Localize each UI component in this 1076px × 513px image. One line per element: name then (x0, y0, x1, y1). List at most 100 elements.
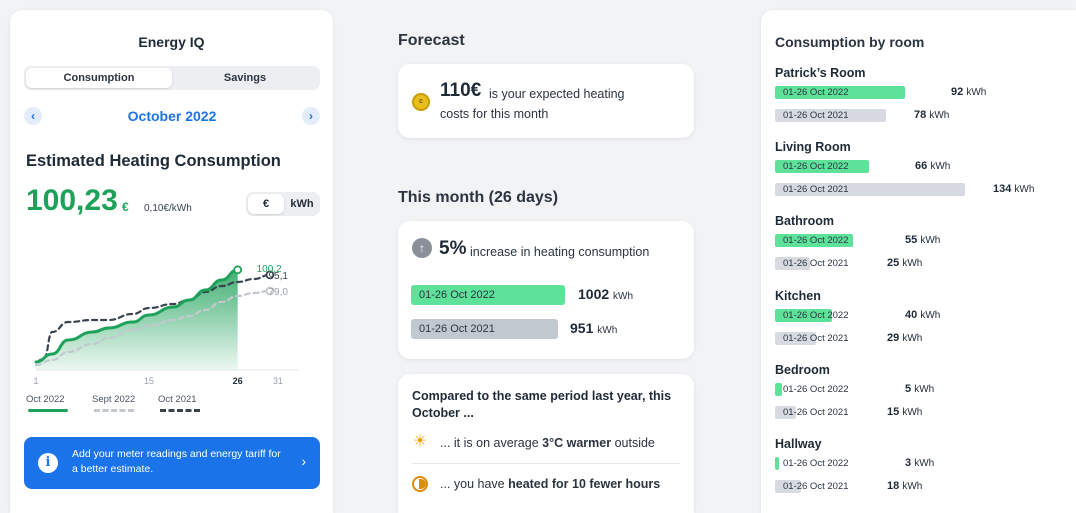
banner-text: Add your meter readings and energy tarif… (72, 448, 281, 475)
app-title: Energy IQ (138, 34, 205, 50)
current-period-bar: 01-26 Oct 2022 (411, 285, 565, 305)
forecast-heading: Forecast (398, 32, 465, 49)
room-previous-value: 18 kWh (887, 480, 922, 493)
room-current-number: 55 (905, 234, 918, 247)
unit-euro-button[interactable]: € (248, 194, 284, 214)
x-tick-label: 26 (233, 376, 243, 386)
room-current-label: 01-26 Oct 2022 (783, 383, 849, 395)
room-current-unit: kWh (920, 309, 941, 321)
room-name: Hallway (775, 437, 822, 451)
room-current-label: 01-26 Oct 2022 (783, 161, 849, 173)
this-month-card: ↑ 5% increase in heating consumption 01-… (398, 221, 694, 359)
room-name: Kitchen (775, 288, 821, 303)
percent-change-text: increase in heating consumption (470, 245, 650, 259)
sun-icon: ☀ (412, 433, 428, 450)
hours-highlight: heated for 10 fewer hours (508, 477, 661, 491)
room-current-value: 92 kWh (951, 86, 986, 99)
temp-suffix: outside (614, 436, 655, 450)
room-previous-unit: kWh (902, 332, 923, 344)
room-name: Bathroom (775, 214, 835, 229)
previous-period-bar: 01-26 Oct 2021 (411, 319, 558, 339)
forecast-amount: 110€ (440, 80, 482, 101)
tariff-label: 0,10€/kWh (144, 203, 192, 214)
rooms-title: Consumption by room (775, 34, 925, 50)
room-previous-value: 29 kWh (887, 332, 922, 345)
room-previous-label: 01-26 Oct 2021 (783, 258, 849, 270)
x-tick-label: 1 (33, 376, 38, 386)
room-consumption-panel: Consumption by room Patrick’s Room 01-26 … (761, 10, 1076, 513)
current-value-unit: kWh (613, 291, 634, 302)
estimate-title: Estimated Heating Consumption (26, 152, 281, 170)
room-current-label: 01-26 Oct 2022 (783, 87, 849, 98)
room-name: Bedroom (775, 362, 830, 377)
chevron-right-icon: › (301, 453, 306, 469)
room-previous-unit: kWh (929, 110, 950, 121)
room-current-unit: kWh (966, 87, 987, 98)
current-period-value: 1002 kWh (578, 286, 633, 302)
comparison-title: Compared to the same period last year, t… (412, 389, 672, 420)
x-tick-label: 15 (144, 376, 154, 386)
comparison-temperature: ... it is on average 3°C warmer outside (440, 436, 655, 450)
room-previous-number: 25 (887, 257, 900, 270)
room-previous-value: 25 kWh (887, 257, 922, 270)
tab-savings[interactable]: Savings (172, 68, 318, 88)
legend-line-oct-2021 (160, 409, 200, 412)
comparison-card: Compared to the same period last year, t… (398, 374, 694, 513)
chart-legend: Oct 2022 Sept 2022 Oct 2021 (26, 394, 226, 418)
room-previous-label: 01-26 Oct 2021 (783, 110, 849, 121)
this-month-heading: This month (26 days) (398, 189, 559, 206)
room-previous-unit: kWh (902, 406, 923, 418)
x-tick-label: 31 (273, 376, 283, 386)
room-previous-label: 01-26 Oct 2021 (783, 406, 849, 418)
room-current-value: 40 kWh (905, 309, 940, 322)
room-current-unit: kWh (920, 235, 941, 247)
previous-period-value: 951 kWh (570, 320, 617, 336)
chevron-right-icon[interactable]: › (302, 107, 320, 125)
info-icon: i (38, 453, 58, 473)
temp-prefix: ... it is on average (440, 436, 539, 450)
room-previous-value: 134 kWh (993, 183, 1034, 196)
comparison-hours: ... you have heated for 10 fewer hours (440, 477, 660, 491)
room-current-value: 3 kWh (905, 457, 934, 470)
meter-reading-banner[interactable]: i Add your meter readings and energy tar… (24, 437, 320, 489)
room-current-value: 55 kWh (905, 234, 940, 247)
room-current-number: 5 (905, 382, 912, 395)
forecast-text-line1: is your expected heating (489, 87, 625, 101)
room-previous-number: 134 (993, 183, 1012, 196)
room-previous-number: 78 (914, 109, 927, 121)
coin-icon: c (412, 93, 430, 111)
divider (412, 463, 680, 464)
room-previous-label: 01-26 Oct 2021 (783, 332, 849, 344)
room-item: Living Room 01-26 Oct 2022 66 kWh 01-26 Oct… (775, 140, 1065, 210)
legend-line-oct-2022 (28, 409, 68, 412)
forecast-card: c 110€ is your expected heating costs fo… (398, 64, 694, 138)
room-current-bar (775, 457, 779, 470)
room-current-label: 01-26 Oct 2022 (783, 309, 849, 321)
consumption-panel: Energy IQ Consumption Savings ‹ October … (10, 10, 333, 513)
previous-value-unit: kWh (597, 325, 618, 336)
room-previous-unit: kWh (1014, 184, 1035, 196)
hours-prefix: ... you have (440, 477, 505, 491)
percent-change: 5% (439, 238, 467, 259)
series-end-label: 95,1 (268, 271, 288, 282)
tab-consumption[interactable]: Consumption (26, 68, 172, 88)
unit-toggle: € kWh (246, 192, 320, 216)
room-current-label: 01-26 Oct 2022 (783, 458, 849, 469)
room-item: Hallway 01-26 Oct 2022 3 kWh 01-26 Oct 2021… (775, 437, 1065, 507)
room-current-number: 40 (905, 308, 918, 321)
room-previous-unit: kWh (902, 258, 923, 270)
room-previous-label: 01-26 Oct 2021 (783, 184, 849, 196)
room-previous-number: 29 (887, 331, 900, 344)
room-current-label: 01-26 Oct 2022 (783, 235, 849, 247)
room-current-unit: kWh (930, 161, 951, 173)
month-label: October 2022 (127, 108, 217, 124)
legend-oct-2022: Oct 2022 (26, 394, 65, 405)
room-item: Kitchen 01-26 Oct 2022 40 kWh 01-26 Oct 202… (775, 289, 1065, 359)
unit-kwh-button[interactable]: kWh (284, 194, 320, 214)
room-current-unit: kWh (914, 458, 935, 469)
legend-sept-2022: Sept 2022 (92, 394, 136, 405)
series-end-marker (233, 265, 243, 275)
legend-oct-2021: Oct 2021 (158, 394, 197, 405)
room-name: Living Room (775, 140, 851, 155)
room-current-number: 66 (915, 160, 928, 173)
